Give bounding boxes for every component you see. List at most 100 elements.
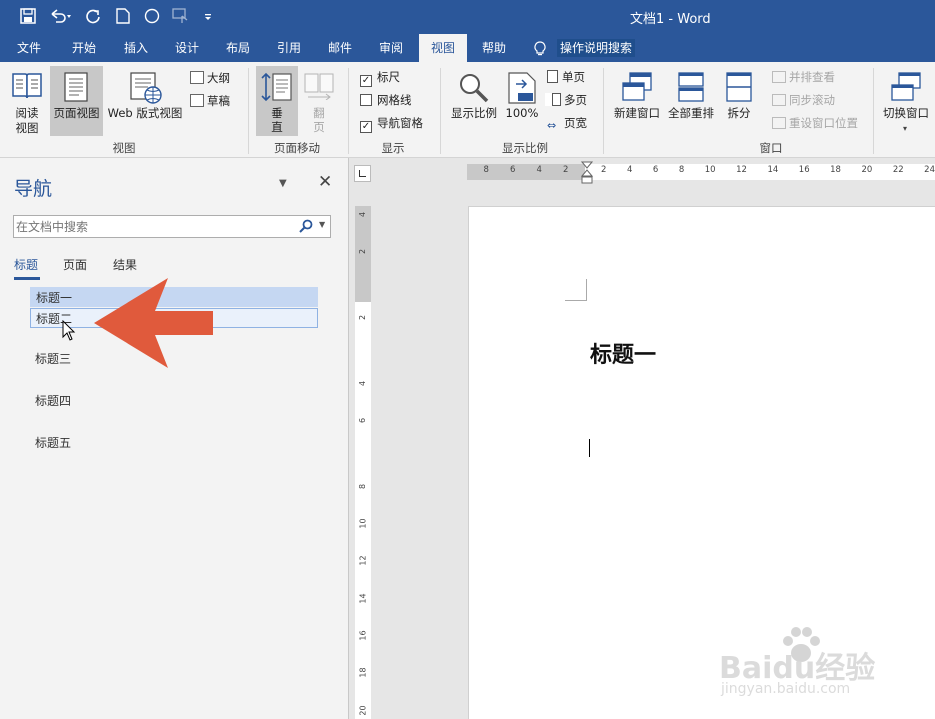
- pane-options-icon[interactable]: ▼: [279, 178, 287, 189]
- web-layout-label: Web 版式视图: [107, 106, 183, 120]
- sync-scroll-label: 同步滚动: [789, 93, 835, 107]
- print-layout-label: 页面视图: [53, 106, 100, 120]
- sync-scroll-icon: [772, 94, 786, 106]
- new-window-button[interactable]: 新建窗口: [610, 66, 664, 136]
- multiple-pages-button[interactable]: 多页: [545, 90, 587, 110]
- read-mode-button[interactable]: 阅读 视图: [5, 66, 49, 136]
- document-page[interactable]: 标题一 Baidu经验 jingyan.baidu.com: [468, 206, 935, 719]
- undo-icon[interactable]: [50, 8, 72, 24]
- tab-file[interactable]: 文件: [6, 34, 52, 62]
- group-separator: [440, 68, 441, 154]
- zoom-100-label: 100%: [505, 106, 539, 120]
- nav-search-box[interactable]: ▼: [13, 215, 331, 238]
- side-by-side-label: 并排查看: [789, 70, 835, 84]
- arrange-all-label: 全部重排: [668, 106, 714, 120]
- close-icon[interactable]: ✕: [318, 172, 332, 192]
- ruler-number: 20: [861, 165, 873, 175]
- ruler-number: 12: [358, 555, 368, 567]
- document-heading[interactable]: 标题一: [590, 337, 656, 369]
- heading-item-5[interactable]: 标题五: [30, 433, 318, 453]
- tab-help[interactable]: 帮助: [470, 34, 518, 62]
- red-arrow-annotation: [92, 276, 216, 370]
- magnifier-icon: [458, 72, 490, 104]
- page-width-icon: ⇔: [547, 119, 557, 132]
- tab-mailings[interactable]: 邮件: [316, 34, 364, 62]
- page-width-button[interactable]: ⇔ 页宽: [547, 113, 587, 133]
- gridlines-checkbox[interactable]: 网格线: [360, 90, 412, 110]
- tab-design[interactable]: 设计: [163, 34, 211, 62]
- lightbulb-icon: [534, 41, 546, 56]
- tab-insert[interactable]: 插入: [112, 34, 160, 62]
- touch-mode-icon[interactable]: [172, 8, 190, 24]
- tab-results[interactable]: 结果: [113, 256, 137, 273]
- ruler-label: 标尺: [377, 70, 400, 84]
- tell-me-search[interactable]: 操作说明搜索: [557, 39, 636, 57]
- print-layout-button[interactable]: 页面视图: [50, 66, 103, 136]
- nav-pane-label: 导航窗格: [377, 116, 423, 130]
- chevron-down-icon: ▾: [903, 124, 908, 133]
- draft-button[interactable]: 草稿: [190, 91, 230, 111]
- tab-selector[interactable]: [354, 165, 371, 182]
- ruler-number: 12: [736, 165, 747, 175]
- tab-references[interactable]: 引用: [265, 34, 313, 62]
- split-button[interactable]: 拆分: [720, 66, 758, 136]
- new-document-icon[interactable]: [116, 8, 130, 24]
- redo-icon[interactable]: [85, 8, 101, 24]
- ruler-number: 16: [798, 165, 810, 175]
- vertical-arrows-icon: [260, 72, 294, 102]
- nav-pane-title: 导航: [14, 178, 53, 200]
- tab-pages[interactable]: 页面: [63, 256, 87, 273]
- watermark-subtext: jingyan.baidu.com: [721, 681, 851, 697]
- reset-position-label: 重设窗口位置: [789, 116, 858, 130]
- vertical-ruler[interactable]: 4 2 2 4 6 8 10 12 14 16 18 20: [355, 206, 371, 719]
- indent-marker-icon[interactable]: [580, 161, 594, 185]
- chevron-down-icon[interactable]: ▼: [319, 220, 325, 229]
- web-layout-icon: [130, 72, 162, 104]
- ruler-number: 18: [358, 667, 368, 679]
- switch-windows-button[interactable]: 切换窗口 ▾: [877, 66, 935, 136]
- heading-item-4[interactable]: 标题四: [30, 391, 318, 411]
- one-page-label: 单页: [562, 70, 585, 84]
- margin-corner-mark: [565, 279, 587, 301]
- horizontal-ruler[interactable]: 8 6 4 2 2 4 6 8 10 12 14 16 18 20 22 24: [467, 161, 935, 184]
- web-layout-button[interactable]: Web 版式视图: [103, 66, 187, 136]
- arrange-all-icon: [678, 72, 704, 102]
- search-icon[interactable]: [299, 219, 313, 233]
- side-to-side-button[interactable]: 翻 页: [300, 66, 338, 136]
- ruler-number: 8: [678, 165, 685, 175]
- tab-headings[interactable]: 标题: [14, 256, 38, 273]
- ruler-number: 4: [358, 380, 368, 386]
- tab-review[interactable]: 审阅: [367, 34, 415, 62]
- search-input[interactable]: [16, 218, 286, 235]
- side-to-side-label: 翻 页: [313, 106, 325, 134]
- tab-layout[interactable]: 布局: [214, 34, 262, 62]
- group-separator: [248, 68, 249, 154]
- save-icon[interactable]: [20, 8, 36, 24]
- outline-label: 大纲: [207, 71, 230, 85]
- multi-page-icon: [545, 93, 561, 106]
- reset-window-position-button[interactable]: 重设窗口位置: [772, 113, 858, 133]
- vertical-scroll-button[interactable]: 垂 直: [256, 66, 298, 136]
- gridlines-check-icon: [360, 94, 372, 106]
- window-title: 文档1 - Word: [630, 12, 711, 27]
- zoom-100-button[interactable]: 100%: [502, 66, 542, 136]
- nav-pane-check-icon: ✓: [360, 121, 372, 133]
- outline-button[interactable]: 大纲: [190, 68, 230, 88]
- draft-icon: [190, 94, 204, 107]
- one-page-button[interactable]: 单页: [547, 67, 585, 87]
- view-group-label: 视图: [112, 141, 136, 155]
- zoom-button[interactable]: 显示比例: [448, 66, 500, 136]
- navigation-pane-checkbox[interactable]: ✓ 导航窗格: [360, 113, 423, 133]
- synchronous-scrolling-button[interactable]: 同步滚动: [772, 90, 835, 110]
- print-layout-icon: [64, 72, 88, 102]
- circle-shape-icon[interactable]: [144, 8, 160, 24]
- customize-toolbar-icon[interactable]: [203, 8, 213, 24]
- ruler-checkbox[interactable]: ✓ 标尺: [360, 67, 400, 87]
- ruler-number: 4: [626, 165, 633, 175]
- ruler-number: 8: [358, 483, 368, 489]
- view-side-by-side-button[interactable]: 并排查看: [772, 67, 835, 87]
- ruler-number: 10: [358, 518, 368, 529]
- tab-home[interactable]: 开始: [60, 34, 108, 62]
- arrange-all-button[interactable]: 全部重排: [664, 66, 718, 136]
- tab-view[interactable]: 视图: [419, 34, 467, 62]
